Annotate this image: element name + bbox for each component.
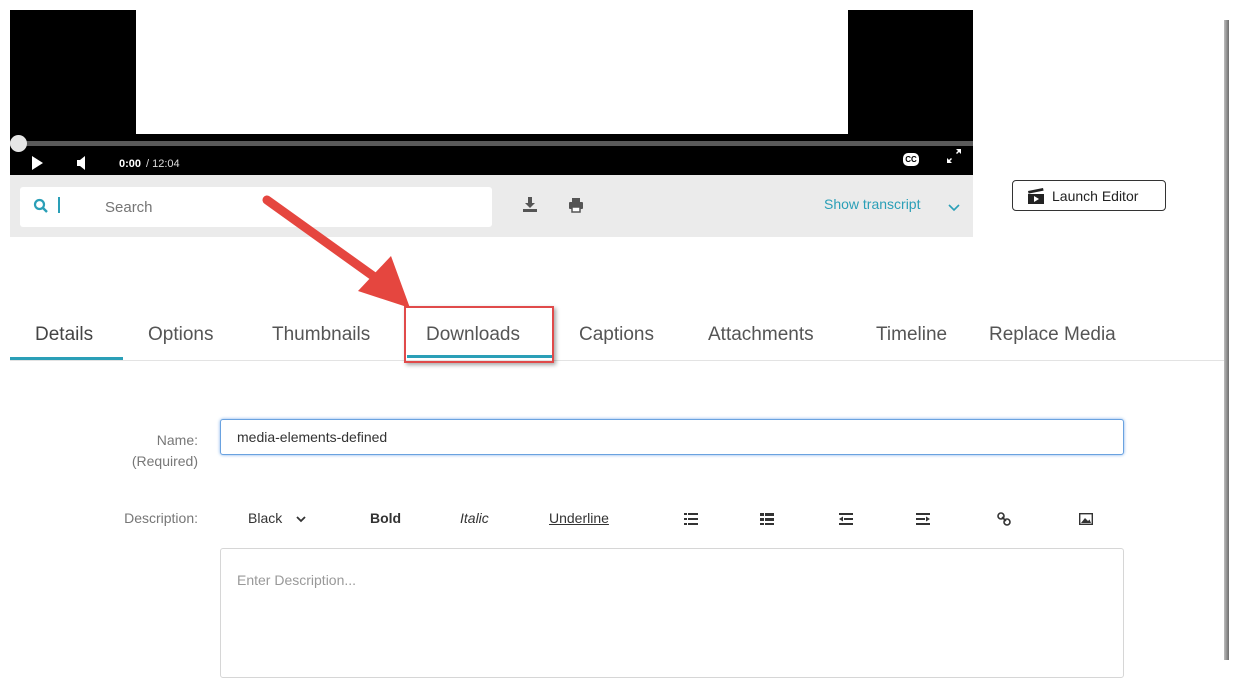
total-time: / 12:04 <box>146 158 180 170</box>
volume-icon[interactable] <box>77 156 87 174</box>
text-color-select[interactable]: Black <box>248 510 306 526</box>
bold-button[interactable]: Bold <box>370 510 401 526</box>
fullscreen-icon[interactable] <box>946 148 962 168</box>
name-label: Name: (Required) <box>118 430 198 472</box>
indent-icon[interactable] <box>916 512 930 530</box>
tab-details[interactable]: Details <box>35 324 93 346</box>
bulleted-list-icon[interactable] <box>684 512 698 530</box>
chevron-down-icon[interactable] <box>948 199 960 217</box>
tab-attachments[interactable]: Attachments <box>708 324 814 346</box>
tabs-divider <box>10 360 1224 361</box>
tab-replace-media[interactable]: Replace Media <box>989 324 1116 346</box>
download-icon[interactable] <box>522 197 538 218</box>
name-required-text: (Required) <box>131 453 198 469</box>
text-color-value: Black <box>248 510 283 526</box>
seek-handle[interactable] <box>10 135 27 152</box>
chevron-down-icon <box>296 516 306 523</box>
name-label-text: Name: <box>156 432 198 448</box>
closed-captions-button[interactable]: CC <box>903 153 919 166</box>
name-input[interactable] <box>220 419 1124 455</box>
video-letterbox-right <box>848 10 973 134</box>
launch-editor-button[interactable]: Launch Editor <box>1012 180 1166 211</box>
downloads-highlight-box <box>404 306 554 363</box>
clapperboard-icon <box>1027 188 1045 209</box>
player-controls: 0:00 / 12:04 CC <box>10 134 973 175</box>
search-cursor-divider <box>58 197 60 213</box>
underline-button[interactable]: Underline <box>549 510 609 526</box>
tab-thumbnails[interactable]: Thumbnails <box>272 324 370 346</box>
media-tabs: Details Options Thumbnails Downloads Cap… <box>0 300 1224 362</box>
link-icon[interactable] <box>997 512 1011 531</box>
search-toolbar: Show transcript <box>10 175 973 237</box>
italic-button[interactable]: Italic <box>460 510 489 526</box>
page-edge-shadow <box>1224 20 1229 660</box>
description-toolbar: Black Bold Italic Underline <box>220 500 1124 536</box>
annotation-arrow-icon <box>262 195 410 308</box>
play-icon[interactable] <box>32 156 43 170</box>
print-icon[interactable] <box>568 197 584 218</box>
outdent-icon[interactable] <box>839 512 853 530</box>
search-icon <box>33 198 49 219</box>
numbered-list-icon[interactable] <box>760 512 774 530</box>
seek-bar[interactable] <box>10 141 973 146</box>
show-transcript-link[interactable]: Show transcript <box>824 196 920 212</box>
description-label: Description: <box>124 510 198 526</box>
tab-options[interactable]: Options <box>148 324 213 346</box>
description-textarea[interactable]: Enter Description... <box>220 548 1124 678</box>
image-icon[interactable] <box>1078 512 1094 530</box>
description-placeholder: Enter Description... <box>237 572 357 588</box>
current-time: 0:00 <box>119 158 142 170</box>
tab-captions[interactable]: Captions <box>579 324 654 346</box>
tab-timeline[interactable]: Timeline <box>876 324 947 346</box>
video-letterbox-left <box>10 10 136 134</box>
launch-editor-label: Launch Editor <box>1052 188 1139 204</box>
video-player[interactable]: 0:00 / 12:04 CC <box>10 10 973 175</box>
